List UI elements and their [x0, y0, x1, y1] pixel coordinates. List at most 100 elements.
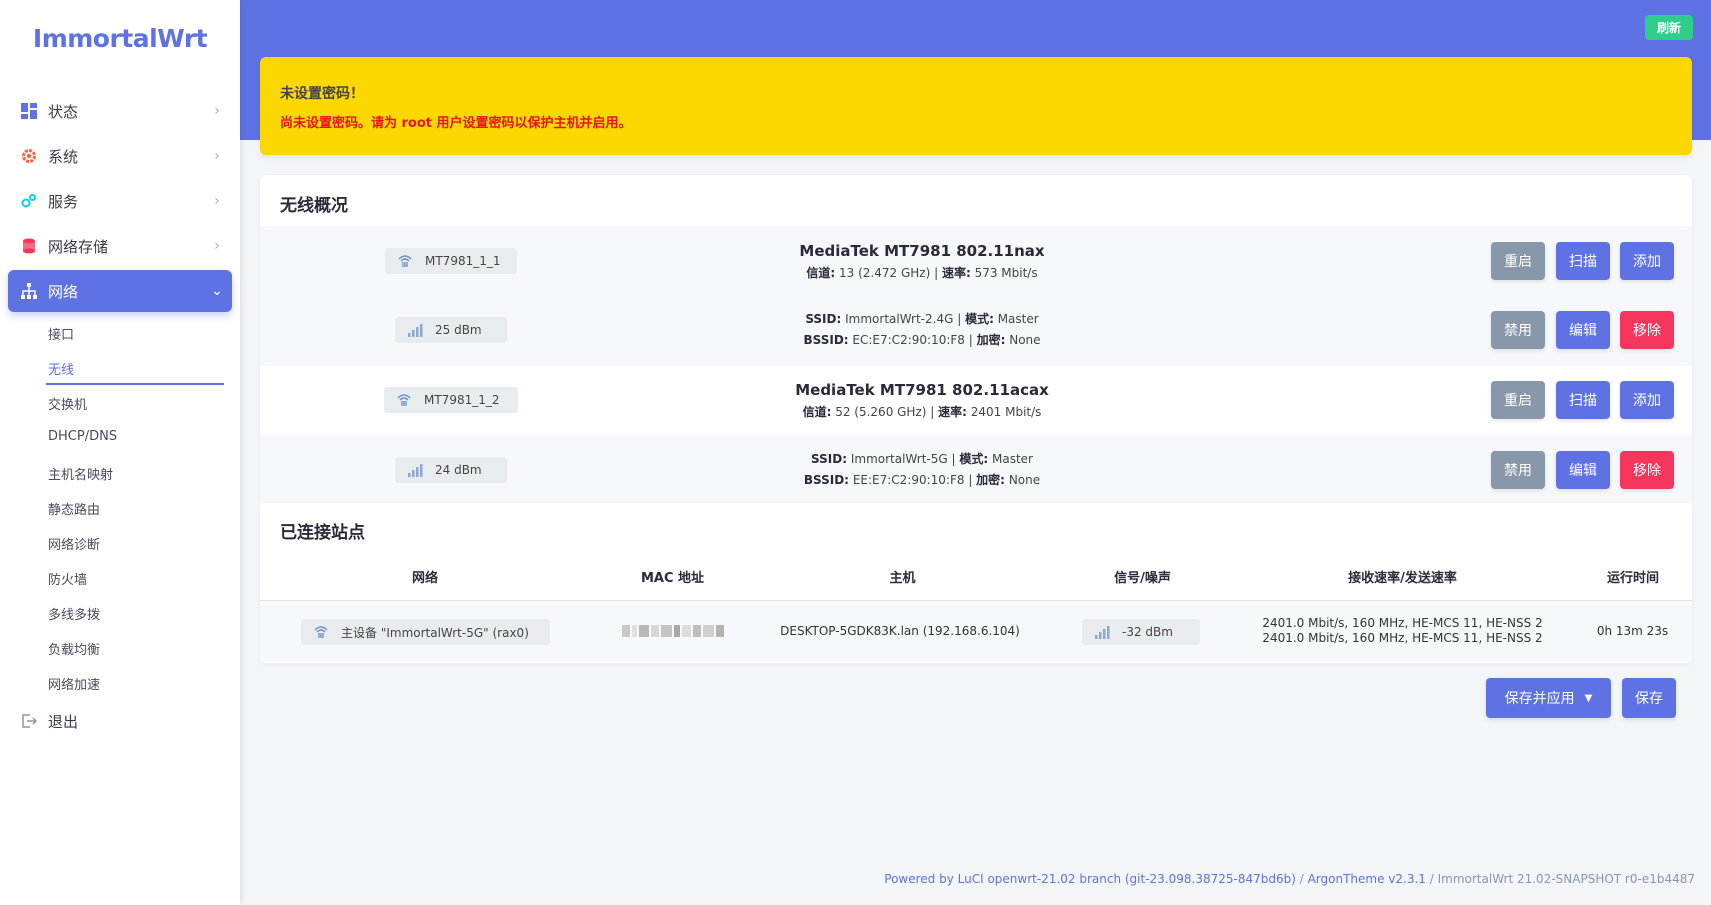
disable-button[interactable]: 禁用	[1491, 451, 1545, 489]
tx-rate: 2401.0 Mbit/s, 160 MHz, HE-MCS 11, HE-NS…	[1250, 631, 1555, 646]
sidebar-item-status[interactable]: 状态 ›	[8, 90, 232, 132]
chevron-down-icon: ⌄	[202, 283, 232, 299]
station-uptime: 0h 13m 23s	[1590, 624, 1675, 638]
sidebar-sub-hostnames[interactable]: 主机名映射	[48, 464, 113, 483]
station-signal: -32 dBm	[1122, 625, 1173, 639]
sidebar-sub-interfaces[interactable]: 接口	[48, 324, 74, 343]
restart-button[interactable]: 重启	[1491, 381, 1545, 419]
sidebar-item-nas[interactable]: 网络存储 ›	[8, 225, 232, 267]
scan-button[interactable]: 扫描	[1556, 381, 1610, 419]
rx-rate: 2401.0 Mbit/s, 160 MHz, HE-MCS 11, HE-NS…	[1250, 616, 1555, 631]
save-apply-button[interactable]: 保存并应用 ▼	[1486, 678, 1611, 718]
sidebar-item-label: 网络存储	[48, 236, 202, 257]
sidebar-item-label: 服务	[48, 191, 202, 212]
disable-button[interactable]: 禁用	[1491, 311, 1545, 349]
ssid-line: SSID: ImmortalWrt-5G | 模式: Master	[672, 449, 1172, 470]
radio-device-name: MT7981_1_1	[425, 254, 501, 268]
alert-title: 未设置密码！	[280, 83, 364, 103]
signal-bars-icon	[405, 462, 425, 478]
radio-model: MediaTek MT7981 802.11acax	[672, 381, 1172, 399]
wifi-radio-icon	[311, 624, 331, 640]
sidebar-item-logout[interactable]: 退出	[8, 700, 232, 742]
footer: Powered by LuCI openwrt-21.02 branch (gi…	[884, 872, 1695, 886]
radio-details: 信道: 13 (2.472 GHz) | 速率: 573 Mbit/s	[672, 264, 1172, 281]
save-button[interactable]: 保存	[1622, 678, 1676, 718]
sidebar-item-services[interactable]: 服务 ›	[8, 180, 232, 222]
chevron-right-icon: ›	[202, 238, 232, 254]
theme-link[interactable]: ArgonTheme v2.3.1	[1308, 872, 1426, 886]
sidebar-item-label: 退出	[48, 711, 232, 732]
ssid-line: SSID: ImmortalWrt-2.4G | 模式: Master	[672, 309, 1172, 330]
radio-info: MediaTek MT7981 802.11nax 信道: 13 (2.472 …	[672, 242, 1172, 281]
alert-message: 尚未设置密码。请为 root 用户设置密码以保护主机并启用。	[280, 112, 632, 131]
wifi-radio-icon	[394, 392, 414, 408]
sidebar-sub-diagnostics[interactable]: 网络诊断	[48, 534, 100, 553]
bssid-line: BSSID: EC:E7:C2:90:10:F8 | 加密: None	[672, 330, 1172, 351]
dashboard-icon	[20, 102, 38, 120]
luci-link[interactable]: Powered by LuCI openwrt-21.02 branch (gi…	[884, 872, 1296, 886]
refresh-button[interactable]: 刷新	[1645, 15, 1693, 40]
password-alert: 未设置密码！ 尚未设置密码。请为 root 用户设置密码以保护主机并启用。	[260, 57, 1692, 155]
radio-device-badge: MT7981_1_2	[384, 387, 518, 413]
save-apply-label: 保存并应用	[1505, 688, 1575, 708]
caret-down-icon: ▼	[1585, 693, 1593, 704]
column-header: 网络	[390, 567, 460, 586]
edit-button[interactable]: 编辑	[1556, 311, 1610, 349]
brand-logo: ImmortalWrt	[0, 24, 240, 53]
chevron-right-icon: ›	[202, 103, 232, 119]
column-header: 接收速率/发送速率	[1320, 567, 1485, 586]
radio-model: MediaTek MT7981 802.11nax	[672, 242, 1172, 260]
sitemap-icon	[20, 282, 38, 300]
interface-info: SSID: ImmortalWrt-2.4G | 模式: Master BSSI…	[672, 309, 1172, 351]
station-signal-badge: -32 dBm	[1082, 619, 1200, 645]
station-network-badge: 主设备 "ImmortalWrt-5G" (rax0)	[301, 619, 550, 645]
column-header: MAC 地址	[620, 567, 725, 586]
column-header: 信号/噪声	[1100, 567, 1185, 586]
remove-button[interactable]: 移除	[1620, 451, 1674, 489]
signal-badge: 25 dBm	[395, 317, 507, 343]
scan-button[interactable]: 扫描	[1556, 242, 1610, 280]
cogs-icon	[20, 192, 38, 210]
sidebar-sub-dhcp[interactable]: DHCP/DNS	[48, 429, 117, 444]
radio-device-badge: MT7981_1_1	[385, 248, 517, 274]
signal-bars-icon	[1092, 624, 1112, 640]
active-underline	[46, 383, 224, 385]
radio-info: MediaTek MT7981 802.11acax 信道: 52 (5.260…	[672, 381, 1172, 420]
sidebar-item-system[interactable]: 系统 ›	[8, 135, 232, 177]
sidebar-item-label: 状态	[48, 101, 202, 122]
edit-button[interactable]: 编辑	[1556, 451, 1610, 489]
radio-details: 信道: 52 (5.260 GHz) | 速率: 2401 Mbit/s	[672, 403, 1172, 420]
sidebar-sub-routes[interactable]: 静态路由	[48, 499, 100, 518]
column-header: 运行时间	[1598, 567, 1668, 586]
firmware-version: ImmortalWrt 21.02-SNAPSHOT r0-e1b4487	[1438, 872, 1695, 886]
station-rates: 2401.0 Mbit/s, 160 MHz, HE-MCS 11, HE-NS…	[1250, 616, 1555, 646]
radio-device-name: MT7981_1_2	[424, 393, 500, 407]
sidebar-item-network[interactable]: 网络 ⌄	[8, 270, 232, 312]
sidebar-sub-firewall[interactable]: 防火墙	[48, 569, 87, 588]
sidebar-sub-loadbalance[interactable]: 负载均衡	[48, 639, 100, 658]
bssid-line: BSSID: EE:E7:C2:90:10:F8 | 加密: None	[672, 470, 1172, 491]
section-title: 已连接站点	[280, 518, 365, 543]
interface-info: SSID: ImmortalWrt-5G | 模式: Master BSSID:…	[672, 449, 1172, 491]
sidebar: ImmortalWrt 状态 › 系统 › 服务 › 网络存储 › 网络 ⌄	[0, 0, 240, 905]
chevron-right-icon: ›	[202, 193, 232, 209]
remove-button[interactable]: 移除	[1620, 311, 1674, 349]
section-title: 无线概况	[280, 191, 348, 216]
sidebar-item-label: 系统	[48, 146, 202, 167]
add-button[interactable]: 添加	[1620, 242, 1674, 280]
chevron-right-icon: ›	[202, 148, 232, 164]
station-host: DESKTOP-5GDK83K.lan (192.168.6.104)	[760, 624, 1040, 638]
column-header: 主机	[870, 567, 935, 586]
sidebar-sub-switch[interactable]: 交换机	[48, 394, 87, 413]
mac-address-redacted	[622, 624, 724, 638]
sidebar-sub-multiwan[interactable]: 多线多拨	[48, 604, 100, 623]
restart-button[interactable]: 重启	[1491, 242, 1545, 280]
add-button[interactable]: 添加	[1620, 381, 1674, 419]
sidebar-item-label: 网络	[48, 281, 202, 302]
database-icon	[20, 237, 38, 255]
gear-icon	[20, 147, 38, 165]
sidebar-sub-wireless[interactable]: 无线	[48, 359, 74, 378]
signal-value: 25 dBm	[435, 323, 482, 337]
logout-icon	[20, 712, 38, 730]
sidebar-sub-acceleration[interactable]: 网络加速	[48, 674, 100, 693]
